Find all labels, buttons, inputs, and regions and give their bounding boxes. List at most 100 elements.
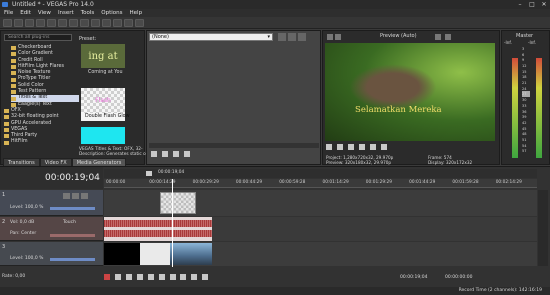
next-frame-icon[interactable] bbox=[202, 274, 209, 280]
next-frame-icon[interactable] bbox=[380, 144, 387, 150]
track-lane[interactable] bbox=[104, 217, 537, 241]
audio-event-clip[interactable] bbox=[104, 217, 212, 241]
search-input[interactable]: Search all plug-ins bbox=[8, 35, 49, 41]
pause-icon[interactable] bbox=[347, 144, 354, 150]
playback-cursor[interactable] bbox=[172, 179, 173, 267]
copy-icon[interactable] bbox=[69, 18, 78, 27]
meter-scale-label: 15 bbox=[522, 69, 527, 74]
preset-thumb-text: Flash bbox=[95, 97, 111, 104]
trimmer-button[interactable] bbox=[298, 33, 306, 41]
menu-tools[interactable]: Tools bbox=[81, 10, 95, 16]
meter-scale: 3 6 9 12 15 18 21 24 27 30 33 36 39 42 45 48 51 54 57 bbox=[520, 47, 534, 155]
selection-tool-icon[interactable] bbox=[135, 18, 144, 27]
video-event-clip[interactable] bbox=[140, 243, 170, 265]
folder-icon bbox=[4, 115, 9, 120]
play-icon[interactable] bbox=[161, 151, 168, 157]
solo-icon[interactable] bbox=[72, 193, 79, 199]
preset-thumbnail[interactable] bbox=[81, 127, 125, 144]
stop-icon[interactable] bbox=[358, 144, 365, 150]
play-icon[interactable] bbox=[136, 274, 143, 280]
pan-slider[interactable] bbox=[50, 234, 95, 237]
pause-icon[interactable] bbox=[172, 151, 179, 157]
preview-mode-dropdown[interactable]: Preview (Auto) bbox=[380, 33, 417, 39]
maximize-button[interactable]: □ bbox=[526, 1, 538, 8]
track-header-video[interactable]: 1 Level: 100,0 % bbox=[0, 190, 103, 216]
folder-icon bbox=[11, 58, 16, 63]
stop-icon[interactable] bbox=[158, 274, 165, 280]
track-header-audio[interactable]: 2 Vol: 0,0 dB Pan: Center Touch bbox=[0, 217, 103, 241]
level-slider[interactable] bbox=[50, 258, 95, 261]
undo-icon[interactable] bbox=[91, 18, 100, 27]
meter-scale-label: 54 bbox=[522, 143, 527, 148]
window-title: Untitled * - VEGAS Pro 14.0 bbox=[12, 1, 94, 8]
folder-icon bbox=[4, 128, 9, 133]
menu-edit[interactable]: Edit bbox=[20, 10, 31, 16]
fx-icon[interactable] bbox=[81, 193, 88, 199]
folder-icon bbox=[4, 109, 9, 114]
text-event-clip[interactable] bbox=[160, 192, 196, 214]
play-icon[interactable] bbox=[336, 144, 343, 150]
meter-scale-label: 24 bbox=[522, 86, 527, 91]
preview-tool-icon[interactable] bbox=[335, 34, 341, 40]
main-transport bbox=[104, 274, 211, 282]
prev-frame-icon[interactable] bbox=[369, 144, 376, 150]
timeline-ruler[interactable]: 00:00:00 00:00:14:29 00:00:29:29 00:00:44:2… bbox=[104, 179, 537, 188]
prev-frame-icon[interactable] bbox=[191, 274, 198, 280]
end-time: 00:00:00:00 bbox=[445, 275, 473, 280]
vegas-logo-icon bbox=[2, 2, 8, 7]
redo-icon[interactable] bbox=[102, 18, 111, 27]
mute-icon[interactable] bbox=[63, 193, 70, 199]
properties-icon[interactable] bbox=[36, 18, 45, 27]
stop-icon[interactable] bbox=[183, 151, 190, 157]
preview-overlay-text: Selamatkan Mereka bbox=[355, 105, 442, 115]
folder-icon bbox=[11, 102, 16, 107]
trimmer-button[interactable] bbox=[288, 33, 296, 41]
close-button[interactable]: ✕ bbox=[538, 1, 550, 8]
level-slider[interactable] bbox=[50, 207, 95, 210]
marker-bar[interactable]: 00:00:19;04 bbox=[104, 169, 537, 178]
pause-icon[interactable] bbox=[147, 274, 154, 280]
video-event-clip[interactable] bbox=[170, 243, 212, 265]
record-icon[interactable] bbox=[104, 274, 110, 280]
envelope-tool-icon[interactable] bbox=[124, 18, 133, 27]
save-icon[interactable] bbox=[25, 18, 34, 27]
automation-mode[interactable]: Touch bbox=[63, 220, 76, 225]
preset-thumbnail[interactable]: ing at bbox=[81, 44, 125, 68]
minimize-button[interactable]: – bbox=[514, 1, 526, 8]
menu-insert[interactable]: Insert bbox=[58, 10, 74, 16]
preset-thumbnail[interactable]: Flash bbox=[81, 88, 125, 113]
go-to-end-icon[interactable] bbox=[180, 274, 187, 280]
loop-icon[interactable] bbox=[114, 274, 121, 280]
search-box[interactable]: Search all plug-ins bbox=[4, 34, 72, 41]
preview-tool-icon[interactable] bbox=[435, 34, 441, 40]
new-icon[interactable] bbox=[3, 18, 12, 27]
timeline-scrollbar[interactable] bbox=[538, 190, 548, 266]
loop-icon[interactable] bbox=[151, 151, 157, 157]
menu-view[interactable]: View bbox=[38, 10, 51, 16]
trimmer-button[interactable] bbox=[278, 33, 286, 41]
track-header-video[interactable]: 3 Level: 100,0 % bbox=[0, 242, 103, 266]
open-icon[interactable] bbox=[14, 18, 23, 27]
timecode: 00:00:19;04 bbox=[45, 173, 100, 183]
go-to-start-icon[interactable] bbox=[169, 274, 176, 280]
track-lane[interactable] bbox=[104, 242, 537, 266]
edit-tool-icon[interactable] bbox=[113, 18, 122, 27]
trimmer-dropdown-value: (None) bbox=[152, 34, 169, 40]
play-from-start-icon[interactable] bbox=[125, 274, 132, 280]
tree-item[interactable]: HitFilm bbox=[4, 139, 79, 145]
folder-icon bbox=[11, 90, 16, 95]
menu-options[interactable]: Options bbox=[101, 10, 122, 16]
track-lane[interactable] bbox=[104, 190, 537, 216]
trimmer-scrubber[interactable] bbox=[149, 143, 319, 148]
trimmer-dropdown[interactable]: (None) ▾ bbox=[149, 33, 273, 41]
paste-icon[interactable] bbox=[80, 18, 89, 27]
video-event-clip[interactable] bbox=[104, 243, 140, 265]
preview-tool-icon[interactable] bbox=[445, 34, 451, 40]
cut-icon[interactable] bbox=[58, 18, 67, 27]
menu-help[interactable]: Help bbox=[130, 10, 143, 16]
preview-tool-icon[interactable] bbox=[327, 34, 333, 40]
loop-icon[interactable] bbox=[326, 144, 332, 150]
preset-caption: Coming at You bbox=[88, 70, 123, 75]
menu-file[interactable]: File bbox=[4, 10, 13, 16]
render-icon[interactable] bbox=[47, 18, 56, 27]
